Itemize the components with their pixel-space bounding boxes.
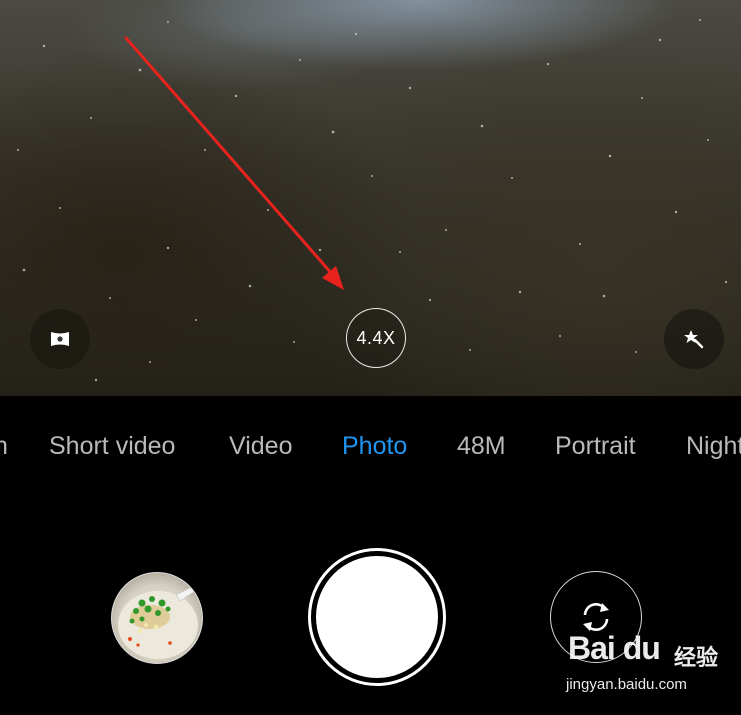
mode-item-night[interactable]: Night — [686, 432, 741, 461]
watermark-url: jingyan.baidu.com — [566, 676, 687, 693]
shutter-button[interactable] — [316, 556, 438, 678]
effects-button[interactable] — [664, 309, 724, 369]
panorama-icon — [51, 332, 69, 346]
mode-item-48m[interactable]: 48M — [457, 432, 506, 461]
mode-item-portrait[interactable]: Portrait — [555, 432, 636, 461]
zoom-button[interactable]: 4.4X — [346, 308, 406, 368]
mode-item-photo[interactable]: Photo — [342, 432, 407, 461]
panorama-button[interactable] — [30, 309, 90, 369]
thumbnail-image — [118, 584, 199, 659]
mode-item-partial[interactable]: n — [0, 432, 8, 461]
camera-app: 4.4X n Short video Video Photo 48M Portr… — [0, 0, 741, 715]
zoom-level-label: 4.4X — [356, 327, 396, 348]
viewfinder[interactable]: 4.4X — [0, 0, 741, 396]
baidu-watermark: Bai du 经验 jingyan.baidu.com — [562, 628, 734, 704]
watermark-product: 经验 — [674, 645, 719, 670]
gallery-thumbnail[interactable] — [111, 572, 203, 664]
mode-item-video[interactable]: Video — [229, 432, 293, 461]
mode-selector[interactable]: n Short video Video Photo 48M Portrait N… — [0, 396, 741, 500]
mode-item-short-video[interactable]: Short video — [49, 432, 175, 461]
watermark-logo: Bai du — [568, 630, 661, 666]
magic-wand-icon — [684, 330, 704, 349]
